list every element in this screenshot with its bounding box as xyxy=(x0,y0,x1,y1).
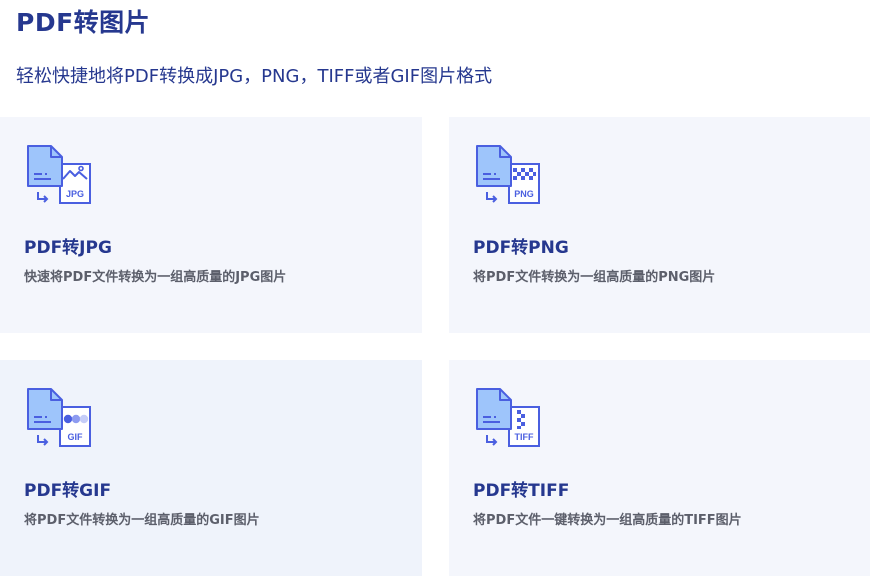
pdf-to-tiff-icon: TIFF xyxy=(476,388,540,447)
card-pdf-to-gif[interactable]: GIF PDF转GIF 将PDF文件转换为一组高质量的GIF图片 xyxy=(0,360,422,576)
icon-badge: PNG xyxy=(514,189,534,199)
card-title: PDF转JPG xyxy=(24,238,112,258)
card-description: 将PDF文件转换为一组高质量的GIF图片 xyxy=(24,513,260,528)
page-subtitle: 轻松快捷地将PDF转换成JPG，PNG，TIFF或者GIF图片格式 xyxy=(16,66,493,87)
card-title: PDF转PNG xyxy=(473,238,569,258)
card-title: PDF转GIF xyxy=(24,481,112,501)
card-title: PDF转TIFF xyxy=(473,481,570,501)
pdf-to-png-icon: PNG xyxy=(476,145,540,204)
card-pdf-to-tiff[interactable]: TIFF PDF转TIFF 将PDF文件一键转换为一组高质量的TIFF图片 xyxy=(449,360,870,576)
card-description: 将PDF文件转换为一组高质量的PNG图片 xyxy=(473,270,716,285)
icon-badge: TIFF xyxy=(515,432,534,442)
pdf-to-jpg-icon: JPG xyxy=(27,145,91,204)
icon-badge: JPG xyxy=(66,189,84,199)
card-pdf-to-jpg[interactable]: JPG PDF转JPG 快速将PDF文件转换为一组高质量的JPG图片 xyxy=(0,117,422,333)
page-title: PDF转图片 xyxy=(16,8,151,37)
pdf-to-gif-icon: GIF xyxy=(27,388,91,447)
card-pdf-to-png[interactable]: PNG PDF转PNG 将PDF文件转换为一组高质量的PNG图片 xyxy=(449,117,870,333)
pdf-to-image-page: PDF转图片 轻松快捷地将PDF转换成JPG，PNG，TIFF或者GIF图片格式… xyxy=(0,0,870,576)
card-description: 将PDF文件一键转换为一组高质量的TIFF图片 xyxy=(473,513,742,528)
icon-badge: GIF xyxy=(68,432,84,442)
card-description: 快速将PDF文件转换为一组高质量的JPG图片 xyxy=(24,270,287,285)
